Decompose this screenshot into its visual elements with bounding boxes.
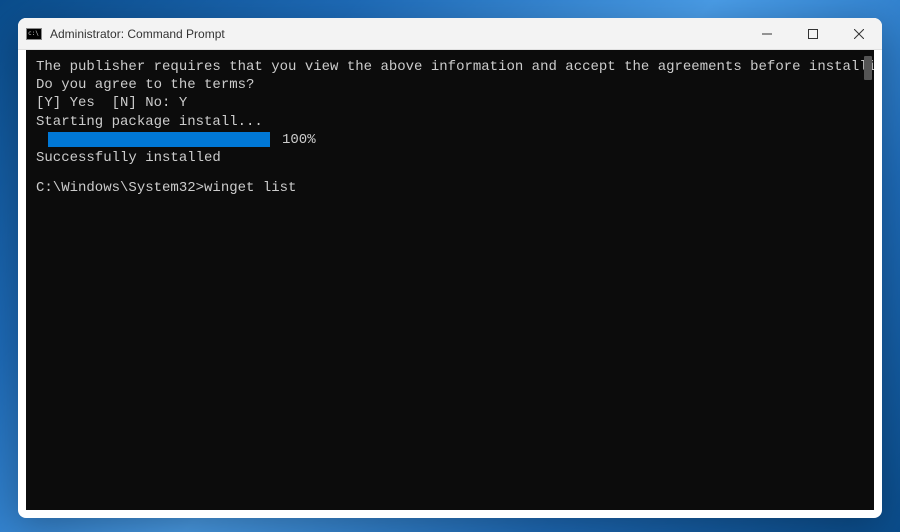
maximize-icon	[808, 29, 818, 39]
output-line: The publisher requires that you view the…	[36, 58, 864, 76]
close-button[interactable]	[836, 18, 882, 49]
progress-row: 100%	[36, 131, 864, 149]
entered-command: winget list	[204, 180, 296, 196]
minimize-button[interactable]	[744, 18, 790, 49]
minimize-icon	[762, 29, 772, 39]
output-line: [Y] Yes [N] No: Y	[36, 94, 864, 112]
scrollbar-thumb[interactable]	[864, 56, 872, 80]
output-line: Successfully installed	[36, 149, 864, 167]
output-line: Starting package install...	[36, 113, 864, 131]
progress-bar	[48, 132, 270, 147]
cmd-icon	[26, 28, 42, 40]
prompt-path: C:\Windows\System32>	[36, 180, 204, 196]
titlebar[interactable]: Administrator: Command Prompt	[18, 18, 882, 50]
window-controls	[744, 18, 882, 49]
progress-percent: 100%	[282, 131, 316, 149]
close-icon	[854, 29, 864, 39]
terminal-output[interactable]: The publisher requires that you view the…	[26, 50, 874, 510]
output-line: Do you agree to the terms?	[36, 76, 864, 94]
window-title: Administrator: Command Prompt	[50, 27, 744, 41]
prompt-line: C:\Windows\System32>winget list	[36, 179, 864, 197]
maximize-button[interactable]	[790, 18, 836, 49]
cmd-window: Administrator: Command Prompt The publis…	[18, 18, 882, 518]
